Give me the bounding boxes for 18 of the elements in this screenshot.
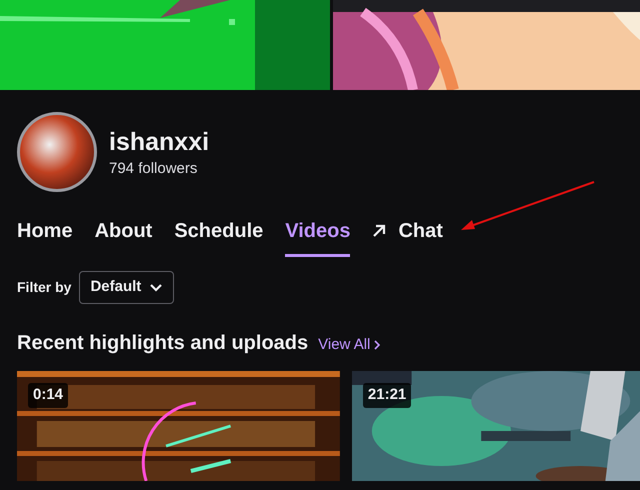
follower-count: 794 followers [109, 159, 198, 180]
nav-tab[interactable]: About [94, 216, 152, 257]
filter-label: Filter by [17, 278, 72, 297]
chat-link[interactable]: Chat [372, 216, 443, 257]
filter-dropdown[interactable]: Default [79, 271, 174, 304]
video-thumbnail[interactable]: 21:21 [352, 371, 640, 481]
nav-tab[interactable]: Schedule [174, 216, 264, 257]
video-thumbnail[interactable]: 0:14 [17, 371, 340, 481]
channel-name: ishanxxi [109, 127, 210, 158]
chevron-down-icon [149, 282, 164, 292]
arrow-icon [372, 224, 386, 238]
duration-badge: 0:14 [28, 383, 68, 408]
view-all-link[interactable]: View All [318, 334, 380, 356]
duration-badge: 21:21 [362, 383, 412, 408]
section-heading: Recent highlights and uploads [17, 331, 308, 356]
nav-tab[interactable]: Videos [285, 216, 350, 257]
chevron-right-icon [374, 340, 380, 350]
nav-tab[interactable]: Home [17, 216, 73, 257]
